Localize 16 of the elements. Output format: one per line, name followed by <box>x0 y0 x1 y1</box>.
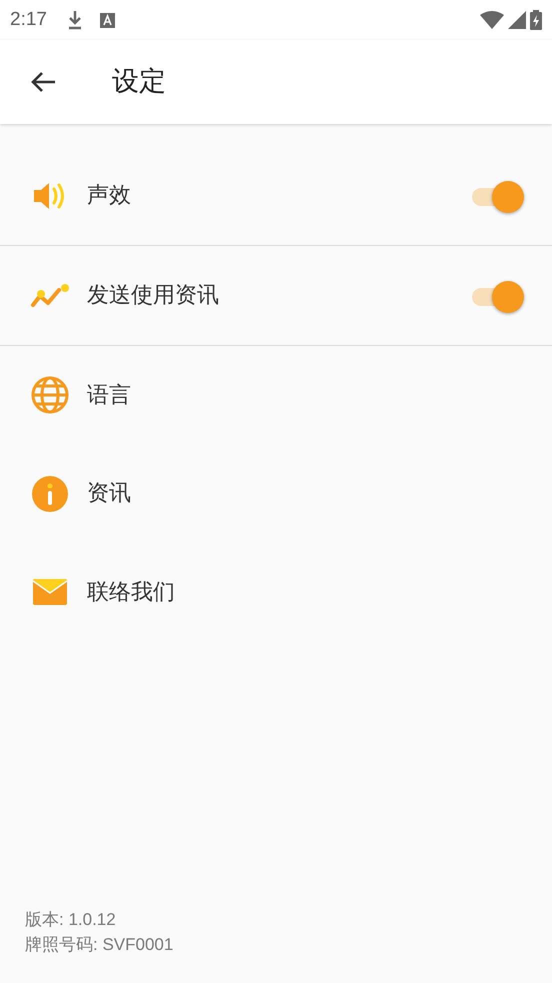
footer-text: 版本: 1.0.12 <box>25 909 117 931</box>
globe-icon <box>30 375 70 416</box>
app-notification-icon <box>100 12 115 28</box>
status-time: 2:17 <box>10 8 47 32</box>
footer-text: 牌照号码: SVF0001 <box>25 934 174 956</box>
download-icon <box>66 10 83 30</box>
settings-item[interactable]: 资讯 <box>0 444 552 543</box>
battery-icon <box>530 10 542 30</box>
settings-item[interactable]: 语言 <box>0 346 552 444</box>
setting-label: 声效 <box>87 182 131 210</box>
signal-icon <box>508 11 526 29</box>
setting-label: 发送使用资讯 <box>87 282 219 310</box>
screen-title: 设定 <box>112 64 166 99</box>
info-icon <box>30 474 70 514</box>
settings-item[interactable]: 联络我们 <box>0 543 552 642</box>
wifi-icon <box>480 11 504 29</box>
